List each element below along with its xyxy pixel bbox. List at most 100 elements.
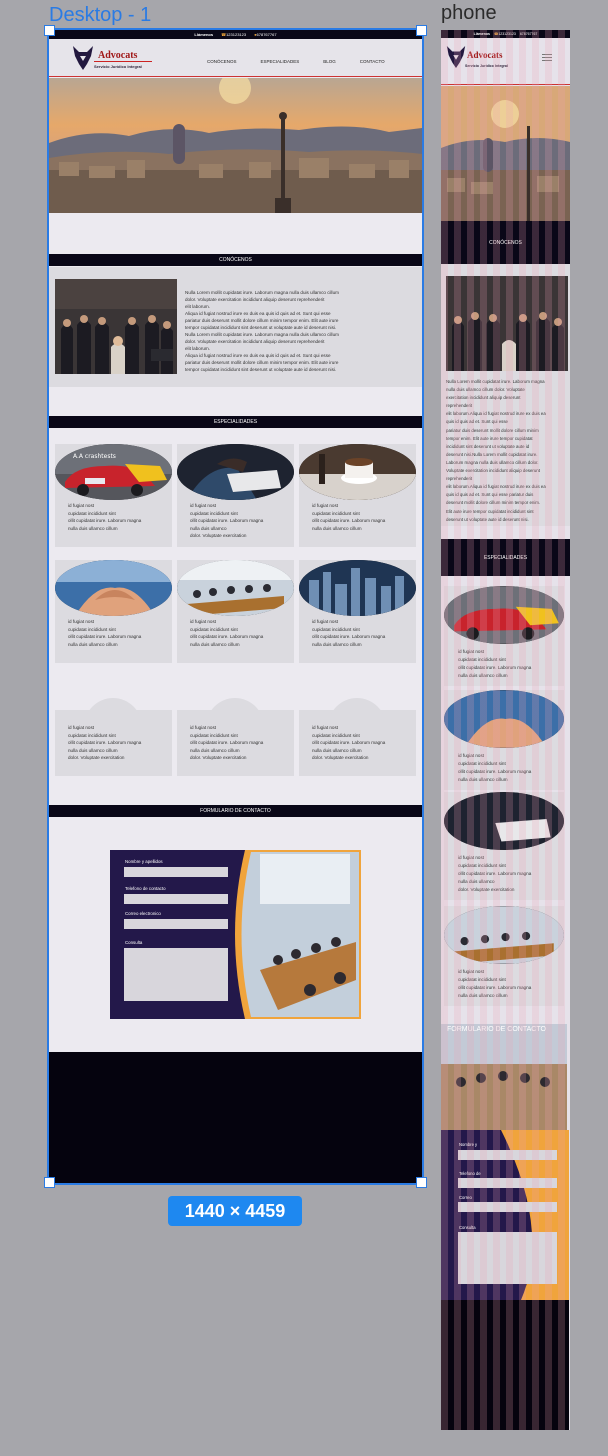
resize-handle-bottom-left[interactable] [44, 1177, 55, 1188]
query-textarea[interactable] [124, 948, 228, 1001]
card-line: ollit cupidatat irure. Laborum magna [312, 634, 386, 639]
phone-label: Telefono de contacto [125, 886, 166, 891]
specialty-card-8[interactable]: id fugiat nost cupidatat incididunt sint… [177, 698, 294, 776]
card-line: nulla duis ullamco cillum [190, 641, 240, 647]
nav-item-conocenos[interactable]: CONÓCENOS [207, 59, 237, 64]
phone-field[interactable] [124, 894, 228, 904]
wolf-logo-icon[interactable] [71, 44, 95, 72]
card-line: cupidatat incididunt sint [312, 510, 360, 516]
card-line: id fugiat nost [190, 725, 217, 730]
card-text: id fugiat nost cupidatat incididunt sint… [190, 618, 290, 648]
phone-hero-image [441, 86, 570, 221]
phone-number-1[interactable]: 123123123 [498, 32, 516, 36]
card-line: ollit cupidatat irure. Laborum magna [312, 740, 386, 745]
query-textarea[interactable] [458, 1232, 557, 1284]
card-line: cupidatat incididunt sint [68, 510, 116, 516]
resize-handle-top-left[interactable] [44, 25, 55, 36]
card-line: ollit cupidatat irure. Laborum magna [190, 740, 264, 745]
phone-frame-label[interactable]: phone [441, 2, 497, 25]
about-line: pariatur duis deserunt mollit dolore cil… [185, 360, 339, 365]
card-line: cupidatat incididunt sint [190, 626, 238, 632]
brand-name: Advocats [467, 50, 503, 60]
card-line: ollit cupidatat irure. Laborum magna [458, 871, 532, 876]
card-line: id fugiat nost [312, 725, 339, 730]
desktop-footer [49, 1052, 422, 1183]
about-line: deserunt ut voluptate aute id deserunt n… [446, 516, 529, 522]
phone-specialty-card-2[interactable]: id fugiat nost cupidatat incididunt sint… [444, 690, 564, 790]
phone-contact-photo: FORMULARIO DE CONTACTO [441, 1024, 567, 1132]
frame-dimension-badge: 1440 × 4459 [168, 1196, 302, 1226]
card-line: cupidatat incididunt sint [68, 732, 116, 738]
email-label: Correo electronico [125, 911, 161, 916]
card-line: ollit cupidatat irure. Laborum magna [68, 518, 142, 523]
phone-field[interactable] [458, 1178, 557, 1188]
wolf-logo-icon[interactable] [445, 44, 467, 70]
desktop-navbar: Advocats Servicio Jurídico Integral CONÓ… [49, 39, 422, 77]
card-line: id fugiat nost [68, 503, 95, 508]
about-line: Aliqua id fugiat nostrud irure ex duis e… [185, 353, 331, 358]
specialties-section-title: ESPECIALIDADES [213, 419, 258, 425]
card-line: nulla duis ullamco cillum [458, 777, 508, 782]
phone-about-section: Nulla Lorem mollit cupidatat irure. Labo… [441, 264, 570, 526]
email-field[interactable] [458, 1202, 557, 1212]
specialty-card-5[interactable]: id fugiat nost cupidatat incididunt sint… [177, 560, 294, 663]
desktop-frame[interactable]: Llámenos ☎123123123 ●678767767 Advocats … [47, 28, 424, 1185]
nav-item-especialidades[interactable]: ESPECIALIDADES [261, 59, 300, 64]
hands-together-image [55, 560, 172, 616]
card-line: id fugiat nost [458, 969, 485, 974]
phone-specialty-card-3[interactable]: id fugiat nost cupidatat incididunt sint… [444, 792, 564, 900]
specialty-card-4[interactable]: id fugiat nost cupidatat incididunt sint… [55, 560, 172, 663]
specialty-card-7[interactable]: id fugiat nost cupidatat incididunt sint… [55, 698, 172, 776]
card-line: dolor. Voluptate exercitation [190, 755, 247, 760]
resize-handle-top-right[interactable] [416, 25, 427, 36]
specialty-card-6[interactable]: id fugiat nost cupidatat incididunt sint… [299, 560, 416, 663]
phone-specialty-card-4[interactable]: id fugiat nost cupidatat incididunt sint… [444, 906, 564, 1006]
car-accident-image: A.A crashtests [55, 444, 172, 500]
about-line: quis id quis ad et. Sunt qui esse pariat… [446, 492, 534, 498]
specialty-card-9[interactable]: id fugiat nost cupidatat incididunt sint… [299, 698, 416, 776]
resize-handle-bottom-right[interactable] [416, 1177, 427, 1188]
card-line: dolor. Voluptate exercitation [190, 533, 247, 538]
specialty-card-1[interactable]: A.A crashtests id fugiat nost cupidatat … [55, 444, 172, 547]
phone-frame[interactable]: Llámenos ☎123123123 678767767 Advocats S… [441, 30, 570, 1430]
card-line: ollit cupidatat irure. Laborum magna [458, 985, 532, 990]
desktop-frame-label[interactable]: Desktop - 1 [49, 4, 151, 27]
card-line: dolor. Voluptate exercitation [68, 755, 125, 760]
phone-number-2[interactable]: 678767767 [257, 32, 277, 37]
phone-navbar: Advocats Servicio Jurídico Integral [441, 38, 570, 85]
brand-name: Advocats [98, 50, 138, 61]
phone-number-2[interactable]: 678767767 [520, 32, 538, 36]
card-line: cupidatat incididunt sint [190, 510, 238, 516]
about-line: Voluptate exercitation incididunt aliqui… [446, 468, 540, 474]
specialty-card-2[interactable]: id fugiat nost cupidatat incididunt sint… [177, 444, 294, 547]
name-field[interactable] [124, 867, 228, 877]
card-line: id fugiat nost [458, 649, 485, 654]
nav-item-contacto[interactable]: CONTACTO [360, 59, 385, 64]
hero-city-image [49, 78, 422, 213]
card-line: cupidatat incididunt sint [458, 977, 506, 982]
paperwork-image [177, 444, 294, 500]
contact-form-panel: Nombre y apellidos Telefono de contacto … [110, 850, 361, 1019]
card-line: ollit cupidatat irure. Laborum magna [312, 518, 386, 523]
card-text: id fugiat nost cupidatat incididunt sint… [458, 968, 562, 1000]
brand-tagline: Servicio Jurídico Integral [465, 64, 508, 68]
about-line: deserunt mollit dolore cillum minim temp… [446, 500, 541, 506]
specialty-card-3[interactable]: id fugiat nost cupidatat incididunt sint… [299, 444, 416, 547]
name-label: Nombre y apellidos [125, 859, 163, 864]
phone-topbar: Llámenos ☎123123123 678767767 [441, 30, 570, 38]
about-line: pariatur duis deserunt mollit dolore cil… [446, 427, 539, 433]
email-field[interactable] [124, 919, 228, 929]
phone-specialty-card-1[interactable]: id fugiat nost cupidatat incididunt sint… [444, 586, 564, 686]
card-line: nulla duis ullamco cillum [190, 747, 240, 753]
card-text: id fugiat nost cupidatat incididunt sint… [458, 752, 562, 784]
card-line: nulla duis ullamco cillum [68, 525, 118, 531]
section-band-specialties: ESPECIALIDADES [49, 416, 422, 428]
phone-number-1[interactable]: 123123123 [226, 32, 246, 37]
about-line: Laborum magna nulla duis ullamco cillum … [446, 459, 539, 465]
card-line: id fugiat nost [68, 619, 95, 624]
name-field[interactable] [458, 1150, 557, 1160]
hamburger-menu-icon[interactable] [542, 54, 552, 61]
nav-item-blog[interactable]: BLOG [323, 59, 336, 64]
about-line: elit laborum. [185, 346, 211, 351]
card-line: cupidatat incididunt sint [190, 732, 238, 738]
